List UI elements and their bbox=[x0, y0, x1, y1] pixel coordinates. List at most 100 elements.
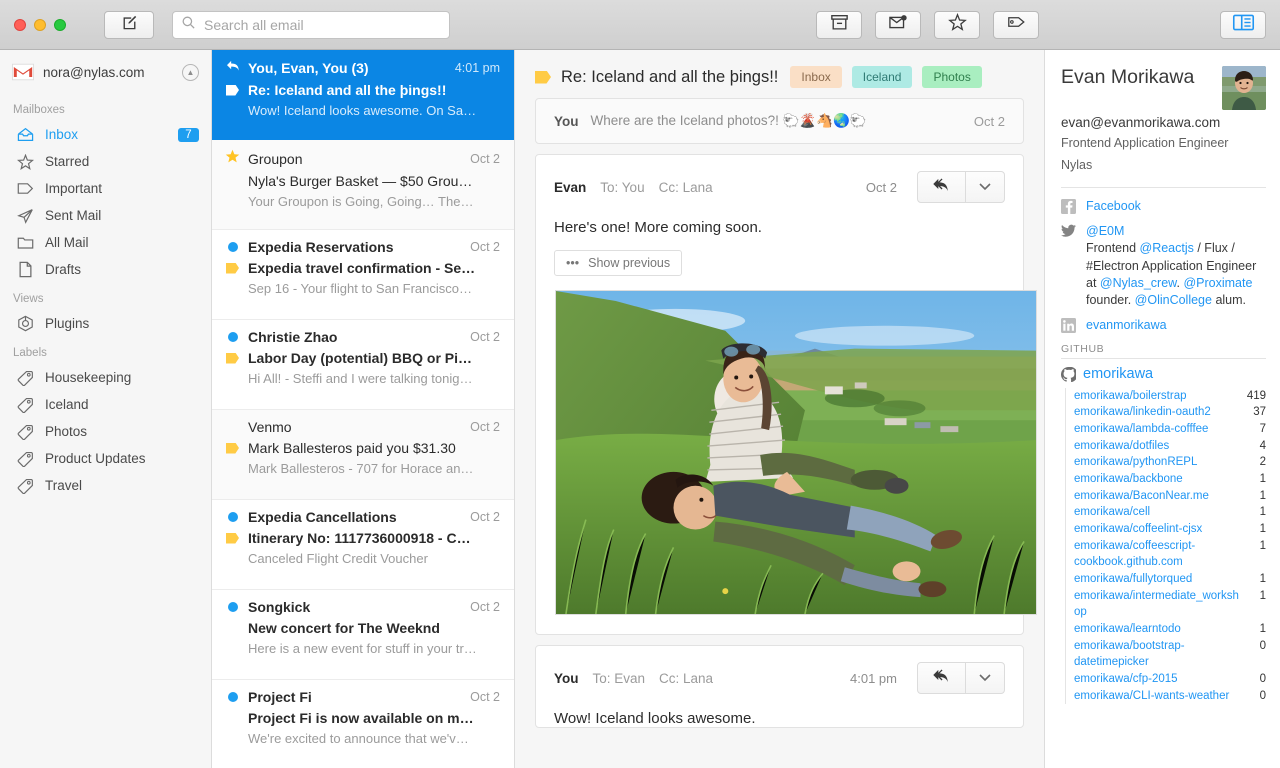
thread-list-item[interactable]: Songkick Oct 2 New concert for The Weekn… bbox=[212, 590, 514, 680]
github-repo-name[interactable]: emorikawa/cfp-2015 bbox=[1074, 671, 1240, 688]
github-repo-name[interactable]: emorikawa/learntodo bbox=[1074, 621, 1240, 638]
github-repo-row[interactable]: emorikawa/cell 1 bbox=[1074, 504, 1266, 521]
sidebar-item-all-mail[interactable]: All Mail bbox=[0, 229, 211, 256]
github-repo-name[interactable]: emorikawa/BaconNear.me bbox=[1074, 488, 1240, 505]
facebook-link[interactable]: Facebook bbox=[1086, 198, 1266, 215]
star-icon bbox=[17, 153, 34, 170]
thread-row-top: Expedia Reservations Oct 2 bbox=[226, 239, 500, 255]
github-repo-row[interactable]: emorikawa/dotfiles 4 bbox=[1074, 438, 1266, 455]
twitter-mention-link[interactable]: @OlinCollege bbox=[1135, 293, 1212, 307]
tag-yellow-icon bbox=[226, 532, 239, 544]
reply-all-button[interactable] bbox=[918, 172, 966, 202]
thread-snippet: Mark Ballesteros - 707 for Horace an… bbox=[248, 461, 474, 476]
reply-all-button[interactable] bbox=[918, 663, 966, 693]
sidebar-item-housekeeping[interactable]: Housekeeping bbox=[0, 364, 211, 391]
account-row[interactable]: nora@nylas.com ▲ bbox=[0, 50, 211, 94]
sidebar-item-plugins[interactable]: Plugins bbox=[0, 310, 211, 337]
github-repo-name[interactable]: emorikawa/pythonREPL bbox=[1074, 454, 1240, 471]
thread-list[interactable]: You, Evan, You (3) 4:01 pm Re: Iceland a… bbox=[212, 50, 515, 768]
message-actions-dropdown-button[interactable] bbox=[966, 172, 1004, 202]
thread-list-item[interactable]: Project Fi Oct 2 Project Fi is now avail… bbox=[212, 680, 514, 768]
github-repo-name[interactable]: emorikawa/fullytorqued bbox=[1074, 571, 1240, 588]
unread-dot-icon bbox=[227, 242, 238, 252]
twitter-mention-link[interactable]: @Reactjs bbox=[1140, 241, 1194, 255]
sidebar-item-product-updates[interactable]: Product Updates bbox=[0, 445, 211, 472]
twitter-mention-link[interactable]: @Nylas_crew bbox=[1100, 276, 1177, 290]
sidebar-item-inbox[interactable]: Inbox 7 bbox=[0, 121, 211, 148]
chevron-up-icon[interactable]: ▲ bbox=[182, 63, 199, 81]
thread-row-subject: Expedia travel confirmation - Se… bbox=[226, 260, 500, 276]
sidebar-item-drafts[interactable]: Drafts bbox=[0, 256, 211, 283]
conversation-label-chip[interactable]: Photos bbox=[922, 66, 982, 88]
star-button[interactable] bbox=[934, 10, 980, 39]
search-bar[interactable] bbox=[172, 10, 450, 39]
github-repo-row[interactable]: emorikawa/pythonREPL 2 bbox=[1074, 454, 1266, 471]
github-repo-star-count: 1 bbox=[1259, 522, 1266, 535]
linkedin-link[interactable]: evanmorikawa bbox=[1086, 317, 1266, 334]
conversation-label-chip[interactable]: Iceland bbox=[851, 66, 913, 88]
github-repo-row[interactable]: emorikawa/cfp-2015 0 bbox=[1074, 671, 1266, 688]
mark-unread-button[interactable] bbox=[875, 10, 921, 39]
thread-list-item[interactable]: Venmo Oct 2 Mark Ballesteros paid you $3… bbox=[212, 410, 514, 500]
thread-mark bbox=[226, 332, 239, 342]
thread-list-item[interactable]: Groupon Oct 2 Nyla's Burger Basket — $50… bbox=[212, 140, 514, 230]
github-repo-name[interactable]: emorikawa/dotfiles bbox=[1074, 438, 1240, 455]
github-repo-row[interactable]: emorikawa/intermediate_workshop 1 bbox=[1074, 588, 1266, 621]
github-repo-name[interactable]: emorikawa/bootstrap-datetimepicker bbox=[1074, 638, 1240, 671]
thread-subject-mark bbox=[226, 262, 239, 274]
github-repo-row[interactable]: emorikawa/coffeelint-cjsx 1 bbox=[1074, 521, 1266, 538]
thread-list-item[interactable]: Expedia Reservations Oct 2 Expedia trave… bbox=[212, 230, 514, 320]
github-user-row[interactable]: emorikawa bbox=[1060, 366, 1266, 382]
twitter-icon bbox=[1061, 224, 1076, 239]
facebook-row[interactable]: Facebook bbox=[1061, 198, 1266, 215]
sidebar-item-starred[interactable]: Starred bbox=[0, 148, 211, 175]
linkedin-row[interactable]: evanmorikawa bbox=[1061, 317, 1266, 334]
github-repo-name[interactable]: emorikawa/coffeelint-cjsx bbox=[1074, 521, 1240, 538]
thread-subject-mark bbox=[226, 532, 239, 544]
github-repo-row[interactable]: emorikawa/boilerstrap 419 bbox=[1074, 388, 1266, 405]
github-repo-row[interactable]: emorikawa/coffeescript-cookbook.github.c… bbox=[1074, 538, 1266, 571]
github-repo-row[interactable]: emorikawa/bootstrap-datetimepicker 0 bbox=[1074, 638, 1266, 671]
sidebar-item-sent-mail[interactable]: Sent Mail bbox=[0, 202, 211, 229]
sidebar-panel-toggle-button[interactable] bbox=[1220, 10, 1266, 39]
github-repo-row[interactable]: emorikawa/backbone 1 bbox=[1074, 471, 1266, 488]
thread-list-item[interactable]: You, Evan, You (3) 4:01 pm Re: Iceland a… bbox=[212, 50, 514, 140]
sidebar-item-travel[interactable]: Travel bbox=[0, 472, 211, 499]
github-repo-name[interactable]: emorikawa/coffeescript-cookbook.github.c… bbox=[1074, 538, 1240, 571]
collapsed-message[interactable]: You Where are the Iceland photos?! 🐑🌋🐴🌏🐑… bbox=[535, 98, 1024, 144]
compose-button[interactable] bbox=[104, 10, 154, 39]
github-repo-row[interactable]: emorikawa/CLI-wants-weather 0 bbox=[1074, 688, 1266, 705]
apply-label-button[interactable] bbox=[993, 10, 1039, 39]
twitter-mention-link[interactable]: @Proximate bbox=[1183, 276, 1252, 290]
minimize-window-button[interactable] bbox=[34, 18, 46, 31]
github-repo-name[interactable]: emorikawa/CLI-wants-weather bbox=[1074, 688, 1240, 705]
github-repo-star-count: 1 bbox=[1259, 589, 1266, 602]
archive-button[interactable] bbox=[816, 10, 862, 39]
github-repo-row[interactable]: emorikawa/lambda-cofffee 7 bbox=[1074, 421, 1266, 438]
github-repo-row[interactable]: emorikawa/learntodo 1 bbox=[1074, 621, 1266, 638]
sidebar-item-iceland[interactable]: Iceland bbox=[0, 391, 211, 418]
github-username[interactable]: emorikawa bbox=[1083, 366, 1153, 382]
github-repo-row[interactable]: emorikawa/BaconNear.me 1 bbox=[1074, 488, 1266, 505]
search-input[interactable] bbox=[204, 16, 441, 33]
thread-list-item[interactable]: Expedia Cancellations Oct 2 Itinerary No… bbox=[212, 500, 514, 590]
github-repo-name[interactable]: emorikawa/boilerstrap bbox=[1074, 388, 1240, 405]
github-repo-name[interactable]: emorikawa/intermediate_workshop bbox=[1074, 588, 1240, 621]
twitter-row[interactable]: @E0M Frontend @Reactjs / Flux / #Electro… bbox=[1061, 223, 1266, 309]
github-repo-row[interactable]: emorikawa/linkedin-oauth2 37 bbox=[1074, 404, 1266, 421]
unread-dot-icon bbox=[227, 332, 238, 342]
message-actions-dropdown-button[interactable] bbox=[966, 663, 1004, 693]
github-repo-name[interactable]: emorikawa/cell bbox=[1074, 504, 1240, 521]
sidebar-item-important[interactable]: Important bbox=[0, 175, 211, 202]
show-previous-button[interactable]: ••• Show previous bbox=[554, 250, 683, 276]
conversation-label-chip[interactable]: Inbox bbox=[790, 66, 842, 88]
close-window-button[interactable] bbox=[14, 18, 26, 31]
thread-list-item[interactable]: Christie Zhao Oct 2 Labor Day (potential… bbox=[212, 320, 514, 410]
sidebar-item-photos[interactable]: Photos bbox=[0, 418, 211, 445]
maximize-window-button[interactable] bbox=[54, 18, 66, 31]
twitter-handle[interactable]: @E0M bbox=[1086, 224, 1124, 238]
github-repo-name[interactable]: emorikawa/linkedin-oauth2 bbox=[1074, 404, 1240, 421]
github-repo-name[interactable]: emorikawa/backbone bbox=[1074, 471, 1240, 488]
github-repo-name[interactable]: emorikawa/lambda-cofffee bbox=[1074, 421, 1240, 438]
github-repo-row[interactable]: emorikawa/fullytorqued 1 bbox=[1074, 571, 1266, 588]
